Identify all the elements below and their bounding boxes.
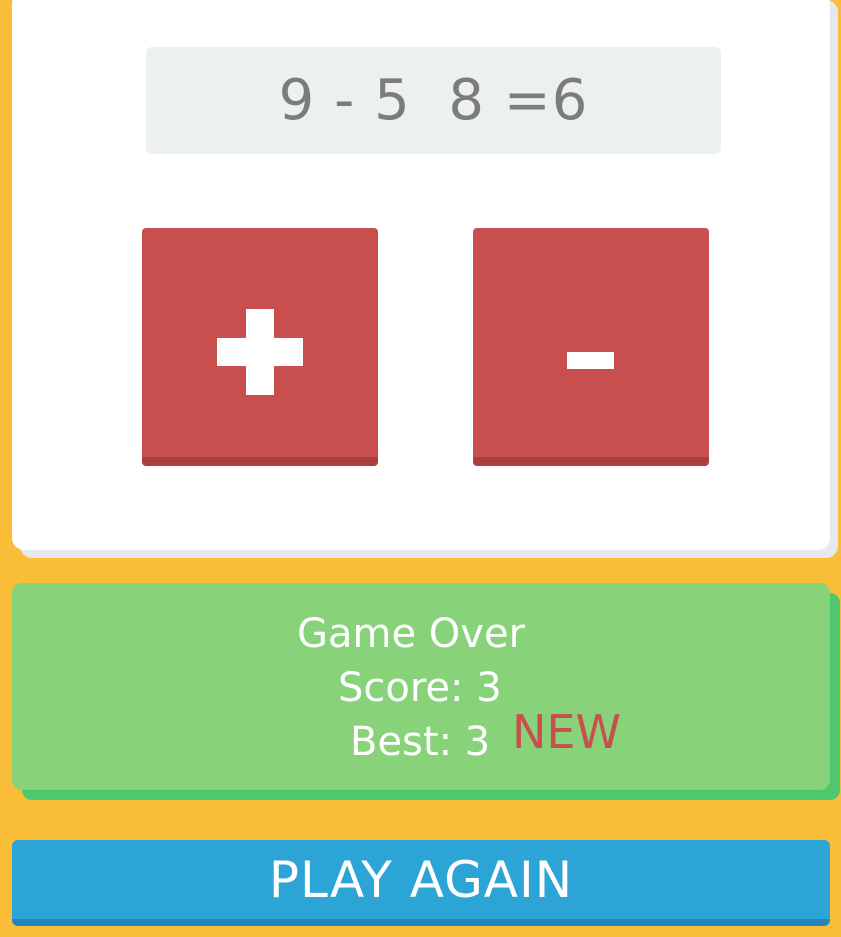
game-card: 9 - 5 8 =6 — [12, 0, 830, 550]
score-text: Score: 3 — [338, 665, 502, 711]
new-best-badge: NEW — [512, 705, 621, 759]
best-score-text: Best: 3 — [350, 719, 491, 765]
play-again-button[interactable]: PLAY AGAIN — [12, 840, 830, 926]
minus-button[interactable] — [473, 228, 709, 466]
plus-button[interactable] — [142, 228, 378, 466]
result-panel: Game Over Score: 3 Best: 3 NEW — [12, 583, 830, 790]
plus-icon — [217, 309, 303, 395]
minus-icon — [567, 352, 614, 369]
game-over-title: Game Over — [297, 611, 526, 657]
equation-display: 9 - 5 8 =6 — [146, 47, 721, 154]
